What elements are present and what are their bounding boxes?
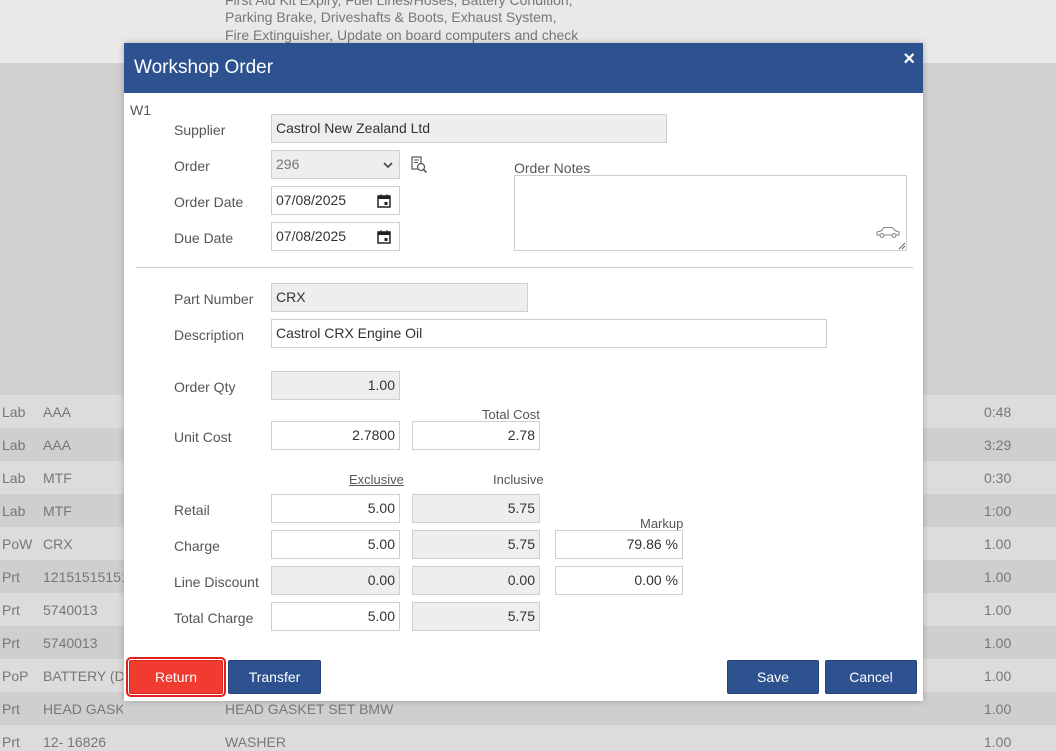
order-date-value: 07/08/2025 [276, 192, 347, 208]
supplier-field[interactable]: Castrol New Zealand Ltd [271, 114, 667, 143]
part-number-label: Part Number [174, 291, 254, 307]
charge-inclusive-field[interactable]: 5.75 [412, 530, 540, 559]
calendar-icon[interactable] [377, 194, 391, 208]
order-date-label: Order Date [174, 194, 244, 210]
line-discount-inclusive-field[interactable]: 0.00 [412, 566, 540, 595]
total-charge-label: Total Charge [174, 610, 254, 626]
order-notes-label: Order Notes [514, 160, 591, 176]
order-date-input[interactable]: 07/08/2025 [271, 186, 400, 215]
car-icon[interactable] [875, 225, 901, 239]
description-label: Description [174, 327, 245, 343]
markup-header: Markup [640, 516, 684, 531]
background-note-line: Parking Brake, Driveshafts & Boots, Exha… [225, 9, 557, 25]
exclusive-header[interactable]: Exclusive [349, 472, 404, 487]
due-date-input[interactable]: 07/08/2025 [271, 222, 400, 251]
order-label: Order [174, 158, 210, 174]
line-discount-exclusive-field[interactable]: 0.00 [271, 566, 400, 595]
close-icon[interactable]: × [903, 49, 915, 69]
unit-cost-label: Unit Cost [174, 429, 232, 445]
section-divider [136, 267, 913, 268]
transfer-button[interactable]: Transfer [228, 660, 321, 694]
calendar-icon[interactable] [377, 230, 391, 244]
retail-label: Retail [174, 502, 210, 518]
chevron-down-icon [383, 162, 393, 169]
inclusive-header: Inclusive [493, 472, 544, 487]
order-select[interactable]: 296 [271, 150, 400, 179]
order-notes-textarea[interactable] [514, 175, 907, 251]
background-note-line: Fire Extinguisher, Update on board compu… [225, 27, 579, 43]
dialog-header: Workshop Order × [124, 43, 923, 93]
save-button[interactable]: Save [727, 660, 819, 694]
return-button[interactable]: Return [126, 657, 226, 697]
order-reference: W1 [130, 102, 151, 118]
due-date-value: 07/08/2025 [276, 228, 347, 244]
total-cost-input[interactable]: 2.78 [412, 421, 540, 450]
line-discount-markup-input[interactable]: 0.00 % [555, 566, 683, 595]
order-select-value: 296 [276, 156, 300, 172]
charge-label: Charge [174, 538, 220, 554]
table-row[interactable]: Prt 12- 16826 WASHER 1.00 [0, 725, 1056, 751]
total-cost-header: Total Cost [482, 407, 540, 422]
order-lookup-icon[interactable] [410, 156, 428, 174]
retail-inclusive-field[interactable]: 5.75 [412, 494, 540, 523]
retail-exclusive-input[interactable]: 5.00 [271, 494, 400, 523]
due-date-label: Due Date [174, 230, 234, 246]
part-number-field[interactable]: CRX [271, 283, 528, 312]
supplier-label: Supplier [174, 122, 226, 138]
order-qty-label: Order Qty [174, 379, 236, 395]
line-discount-label: Line Discount [174, 574, 259, 590]
unit-cost-input[interactable]: 2.7800 [271, 421, 400, 450]
charge-exclusive-input[interactable]: 5.00 [271, 530, 400, 559]
total-charge-inclusive-field[interactable]: 5.75 [412, 602, 540, 631]
charge-markup-input[interactable]: 79.86 % [555, 530, 683, 559]
cancel-button[interactable]: Cancel [825, 660, 917, 694]
order-qty-field[interactable]: 1.00 [271, 371, 400, 400]
resize-handle-icon[interactable] [898, 242, 906, 250]
description-input[interactable]: Castrol CRX Engine Oil [271, 319, 827, 348]
dialog-title: Workshop Order [134, 57, 274, 78]
total-charge-exclusive-input[interactable]: 5.00 [271, 602, 400, 631]
background-note-line: First Aid Kit Expiry, Fuel Lines/Hoses, … [225, 0, 573, 8]
workshop-order-dialog: Workshop Order × W1 Supplier Castrol New… [124, 43, 923, 701]
